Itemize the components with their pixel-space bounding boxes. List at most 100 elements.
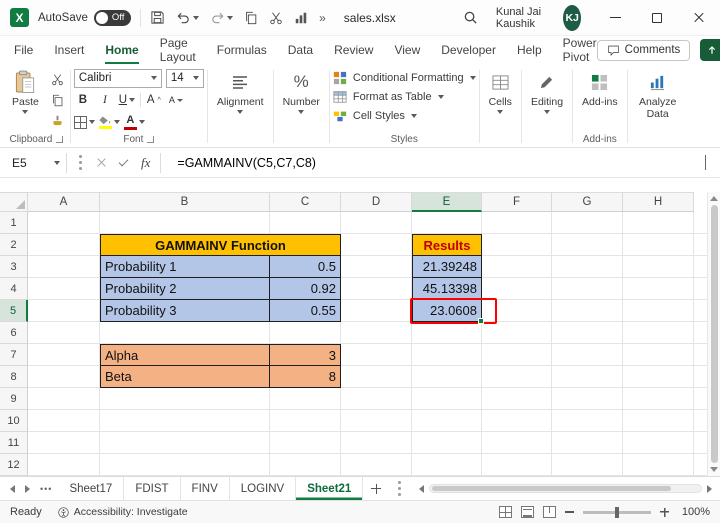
row-header-11[interactable]: 11 <box>0 432 28 454</box>
select-all-button[interactable] <box>0 192 28 212</box>
cell-F8[interactable] <box>482 366 552 388</box>
cell-C5[interactable]: 0.55 <box>270 300 341 322</box>
sheet-tab-sheet21[interactable]: Sheet21 <box>296 477 363 500</box>
cell-B8[interactable]: Beta <box>100 366 270 388</box>
cell-C10[interactable] <box>270 410 341 432</box>
cell-A10[interactable] <box>28 410 100 432</box>
cell-A7[interactable] <box>28 344 100 366</box>
page-break-view-button[interactable] <box>543 506 556 518</box>
account-button[interactable]: Kunal Jai Kaushik KJ <box>496 5 581 31</box>
menu-tab-review[interactable]: Review <box>334 36 373 64</box>
autosave-switch[interactable]: Off <box>94 10 132 26</box>
row-header-9[interactable]: 9 <box>0 388 28 410</box>
menu-tab-developer[interactable]: Developer <box>441 36 496 64</box>
cell-E6[interactable] <box>412 322 482 344</box>
minimize-button[interactable] <box>594 0 636 36</box>
cell-C8[interactable]: 8 <box>270 366 341 388</box>
cell-D10[interactable] <box>341 410 412 432</box>
decrease-font-button[interactable]: A <box>167 92 185 109</box>
cell-B1[interactable] <box>100 212 270 234</box>
menu-tab-power-pivot[interactable]: Power Pivot <box>563 36 597 64</box>
row-header-1[interactable]: 1 <box>0 212 28 234</box>
cell-A4[interactable] <box>28 278 100 300</box>
all-sheets-button[interactable] <box>389 477 409 500</box>
cell-E1[interactable] <box>412 212 482 234</box>
cell-F3[interactable] <box>482 256 552 278</box>
cell-A6[interactable] <box>28 322 100 344</box>
drag-handle-icon[interactable] <box>79 161 82 164</box>
cell-B5[interactable]: Probability 3 <box>100 300 270 322</box>
row-header-2[interactable]: 2 <box>0 234 28 256</box>
scroll-left-icon[interactable] <box>419 485 424 493</box>
row-header-6[interactable]: 6 <box>0 322 28 344</box>
cell-A2[interactable] <box>28 234 100 256</box>
cancel-button[interactable] <box>97 158 106 167</box>
cell-D6[interactable] <box>341 322 412 344</box>
cell-H12[interactable] <box>623 454 694 476</box>
cell-E5[interactable]: 23.0608 <box>412 300 482 322</box>
horizontal-scroll-thumb[interactable] <box>432 486 670 491</box>
cell-F11[interactable] <box>482 432 552 454</box>
cell-F9[interactable] <box>482 388 552 410</box>
cell-F5[interactable] <box>482 300 552 322</box>
cell-E8[interactable] <box>412 366 482 388</box>
cell-styles-button[interactable]: Cell Styles <box>333 106 417 125</box>
row-header-3[interactable]: 3 <box>0 256 28 278</box>
sheet-tab-fdist[interactable]: FDIST <box>124 477 180 500</box>
cell-G1[interactable] <box>552 212 623 234</box>
normal-view-button[interactable] <box>499 506 512 518</box>
cell-E4[interactable]: 45.13398 <box>412 278 482 300</box>
cell-H8[interactable] <box>623 366 694 388</box>
menu-tab-formulas[interactable]: Formulas <box>217 36 267 64</box>
sheet-tab-loginv[interactable]: LOGINV <box>230 477 296 500</box>
cell-G11[interactable] <box>552 432 623 454</box>
cell-G7[interactable] <box>552 344 623 366</box>
cell-D7[interactable] <box>341 344 412 366</box>
cell-G4[interactable] <box>552 278 623 300</box>
font-size-select[interactable]: 14 <box>166 69 204 88</box>
copy-button[interactable] <box>244 11 258 25</box>
zoom-out-button[interactable] <box>565 511 574 513</box>
underline-button[interactable]: U <box>118 92 136 109</box>
new-sheet-button[interactable] <box>363 477 389 500</box>
cell-F2[interactable] <box>482 234 552 256</box>
cell-B6[interactable] <box>100 322 270 344</box>
cell-H3[interactable] <box>623 256 694 278</box>
previous-sheet-icon[interactable] <box>10 485 15 493</box>
comments-button[interactable]: Comments <box>597 40 691 61</box>
paste-button[interactable]: Paste <box>6 68 45 116</box>
zoom-level[interactable]: 100% <box>678 506 710 518</box>
cell-G12[interactable] <box>552 454 623 476</box>
close-button[interactable] <box>678 0 720 36</box>
fill-color-button[interactable] <box>99 114 120 131</box>
dialog-launcher-icon[interactable] <box>147 136 154 143</box>
cell-H9[interactable] <box>623 388 694 410</box>
zoom-in-button[interactable] <box>660 508 669 517</box>
analyze-data-button[interactable]: Analyze Data <box>631 68 685 122</box>
formula-input[interactable]: =GAMMAINV(C5,C7,C8) <box>177 156 316 170</box>
cell-D9[interactable] <box>341 388 412 410</box>
font-name-select[interactable]: Calibri <box>74 69 162 88</box>
cell-F12[interactable] <box>482 454 552 476</box>
cell-D11[interactable] <box>341 432 412 454</box>
column-header-E[interactable]: E <box>412 192 482 212</box>
row-header-12[interactable]: 12 <box>0 454 28 476</box>
cut-button[interactable] <box>49 71 67 88</box>
cell-B2[interactable]: GAMMAINV Function <box>100 234 341 256</box>
menu-tab-file[interactable]: File <box>14 36 33 64</box>
cell-F4[interactable] <box>482 278 552 300</box>
cell-D4[interactable] <box>341 278 412 300</box>
next-sheet-icon[interactable] <box>25 485 30 493</box>
cell-B9[interactable] <box>100 388 270 410</box>
row-header-7[interactable]: 7 <box>0 344 28 366</box>
cell-H11[interactable] <box>623 432 694 454</box>
scroll-up-icon[interactable] <box>710 196 718 201</box>
increase-font-button[interactable]: A^ <box>145 92 163 109</box>
cells-button[interactable]: Cells <box>483 68 518 116</box>
cell-D1[interactable] <box>341 212 412 234</box>
search-button[interactable] <box>463 10 478 25</box>
cell-H2[interactable] <box>623 234 694 256</box>
column-header-D[interactable]: D <box>341 192 412 212</box>
cell-E2[interactable]: Results <box>412 234 482 256</box>
cell-C9[interactable] <box>270 388 341 410</box>
